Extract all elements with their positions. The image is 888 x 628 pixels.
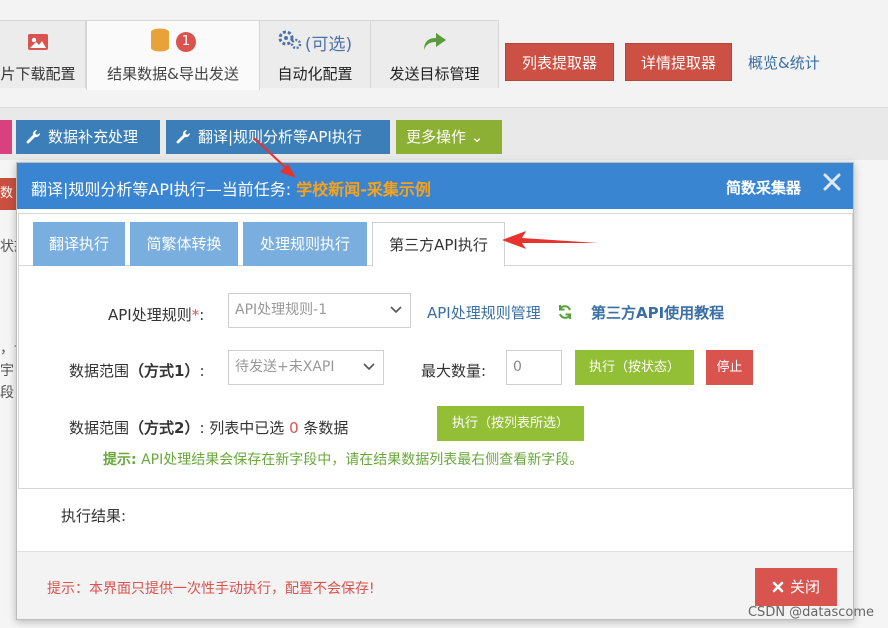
toolbar-pink-button[interactable] [0,120,12,154]
chevron-down-icon [390,306,402,314]
share-arrow-icon [371,29,498,55]
dialog-body: 翻译执行 简繁体转换 处理规则执行 第三方API执行 API处理规则*: API… [18,213,853,489]
overview-stats-link[interactable]: 概览&统计 [748,52,820,73]
background-text: ，讠 [0,341,16,357]
tab-send-target-management[interactable]: 发送目标管理 [370,20,499,88]
close-button-label: 关闭 [789,578,820,596]
exec-by-status-button[interactable]: 执行（按状态） [575,350,694,385]
tab-image-download-config[interactable]: 片下载配置 [0,20,86,88]
wrench-icon [176,129,191,144]
range1-select[interactable]: 待发送+未XAPI [228,350,384,385]
refresh-icon[interactable] [557,304,573,320]
max-count-input[interactable]: 0 [506,350,562,385]
close-button[interactable]: 关闭 [755,568,837,606]
range1-selected: 待发送+未XAPI [235,359,335,375]
more-actions-button[interactable]: 更多操作 ⌄ [396,120,502,154]
dialog-header: 翻译|规则分析等API执行—当前任务: 学校新闻-采集示例 简数采集器 [17,163,853,209]
footer-warning: 提示：本界面只提供一次性手动执行，配置不会保存! [47,581,375,597]
annotation-arrow [502,231,598,249]
tab-label: 自动化配置 [277,65,353,83]
api-rule-manage-link[interactable]: API处理规则管理 [427,302,541,323]
tab-simp-trad-convert[interactable]: 简繁体转换 [130,222,238,266]
tab-label: 发送目标管理 [389,65,480,83]
chevron-down-icon [363,363,375,371]
tab-label: 片下载配置 [0,65,76,83]
api-exec-dialog: 翻译|规则分析等API执行—当前任务: 学校新闻-采集示例 简数采集器 翻译执行… [16,162,854,620]
stop-button[interactable]: 停止 [706,350,753,385]
watermark: CSDN @datascome [747,605,874,620]
dialog-footer: 提示：本界面只提供一次性手动执行，配置不会保存! 关闭 [17,551,853,619]
wrench-icon [26,129,41,144]
background-data-tab: 数据 [0,178,16,210]
current-task-name: 学校新闻-采集示例 [296,180,431,199]
exec-by-list-selection-button[interactable]: 执行（按列表所选） [437,406,584,441]
image-icon [0,29,85,55]
exec-result-label: 执行结果: [61,507,127,525]
annotation-arrow [253,137,296,178]
range1-label: 数据范围（方式1）: [69,362,205,380]
max-count-label: 最大数量: [421,362,487,380]
data-fill-button[interactable]: 数据补充处理 [16,120,160,154]
data-fill-label: 数据补充处理 [48,128,139,146]
tab-badge: 1 [176,32,196,52]
hint-text: 提示: API处理结果会保存在新字段中，请在结果数据列表最右侧查看新字段。 [103,452,584,468]
tab-label: 结果数据&导出发送 [107,65,239,83]
dialog-tab-bar: 翻译执行 简繁体转换 处理规则执行 第三方API执行 [19,214,852,267]
list-extractor-button[interactable]: 列表提取器 [505,43,614,81]
api-rule-select[interactable]: API处理规则-1 [228,293,411,328]
database-icon [150,28,170,56]
tab-result-data-export[interactable]: 1 结果数据&导出发送 [86,20,260,90]
api-rule-selected: API处理规则-1 [235,302,328,318]
tab-rule-exec[interactable]: 处理规则执行 [243,222,367,266]
optional-text: (可选) [304,34,353,55]
background-text: 段 [0,385,14,401]
background-text: 状态 [0,239,16,255]
selected-count: 0 [289,419,299,437]
close-icon[interactable] [821,171,843,193]
close-icon [772,581,784,593]
background-text: 宇 [0,363,14,379]
tab-third-party-api[interactable]: 第三方API执行 [372,222,505,267]
tab-automation-config[interactable]: (可选) 自动化配置 [259,20,371,88]
range2-label: 数据范围（方式2）: 列表中已选 0 条数据 [69,419,349,437]
gears-icon [278,29,302,55]
tab-translate-exec[interactable]: 翻译执行 [33,222,125,266]
third-party-api-tutorial-link[interactable]: 第三方API使用教程 [591,302,724,323]
dialog-title: 翻译|规则分析等API执行—当前任务: 学校新闻-采集示例 [31,176,431,200]
brand-name: 简数采集器 [725,179,801,197]
detail-extractor-button[interactable]: 详情提取器 [625,43,732,81]
api-rule-label: API处理规则*: [108,306,205,324]
